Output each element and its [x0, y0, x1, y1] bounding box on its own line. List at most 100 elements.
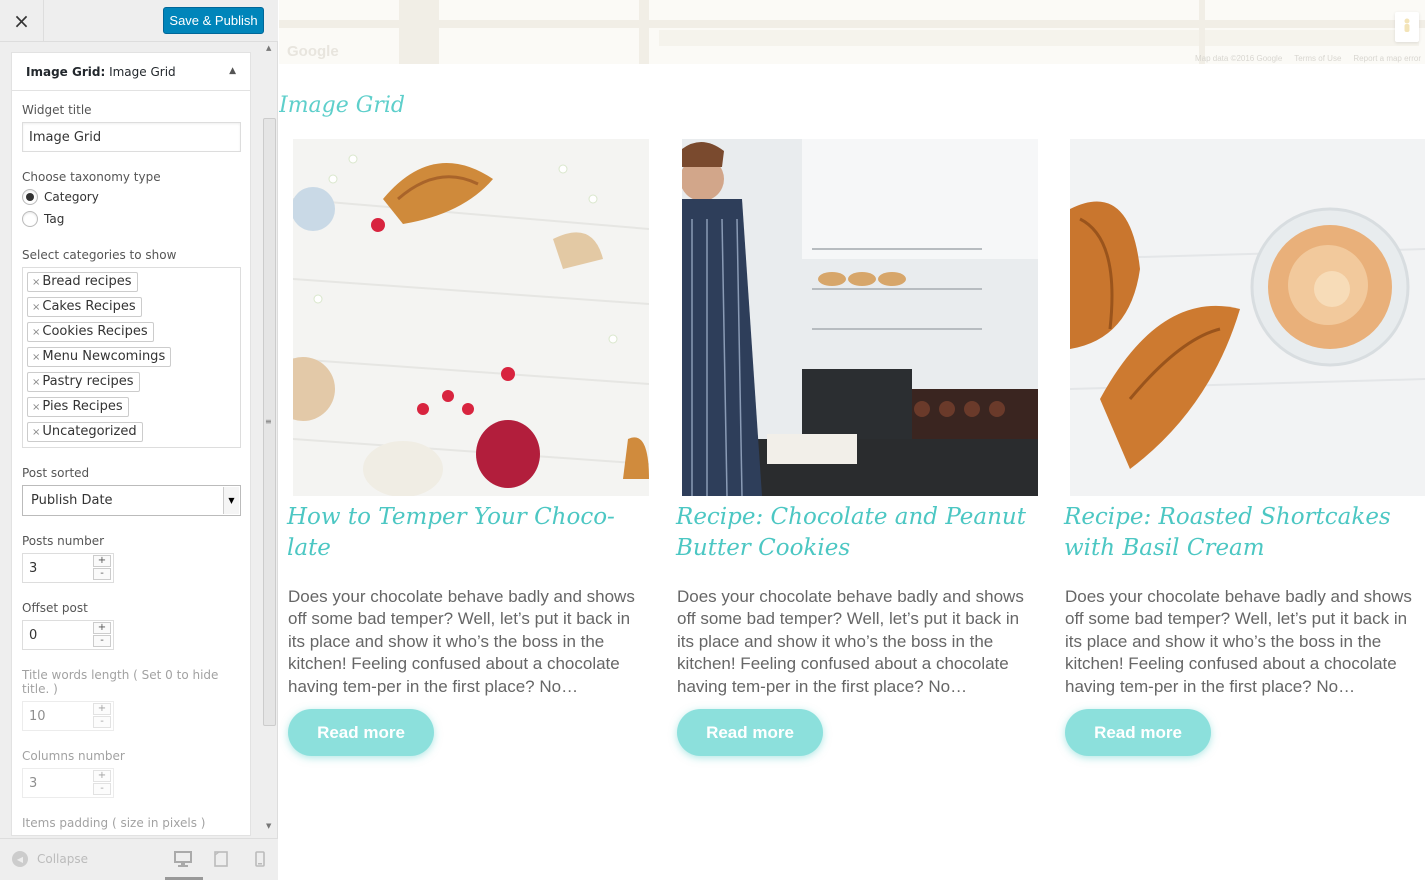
category-chip[interactable]: × Pastry recipes [27, 372, 140, 392]
post-card: How to Temper Your Choco-late Does your … [279, 139, 651, 756]
columns-number-value: 3 [29, 775, 38, 791]
category-chip-label: Pastry recipes [42, 374, 134, 389]
read-more-button[interactable]: Read more [1065, 709, 1211, 756]
map-data-credit: Map data ©2016 Google [1194, 54, 1283, 63]
spin-down-button[interactable]: - [93, 568, 111, 580]
widget-panel-header-type: Image Grid: [26, 65, 106, 79]
category-chip-row: × Menu Newcomings [27, 347, 236, 372]
widget-panel-header[interactable]: Image Grid: Image Grid ▲ [12, 53, 250, 91]
collapse-arrow-icon[interactable]: ▲ [229, 66, 236, 76]
spin-up-button[interactable]: + [93, 770, 111, 782]
post-image[interactable] [293, 139, 649, 496]
grid-title: Image Grid [279, 93, 405, 118]
spin-up-button[interactable]: + [93, 555, 111, 567]
scroll-down-icon[interactable]: ▼ [266, 822, 271, 830]
read-more-button[interactable]: Read more [288, 709, 434, 756]
customizer-sidebar: × Save & Publish Image Grid: Image Grid … [0, 0, 278, 880]
offset-post-value: 0 [29, 627, 38, 643]
map-report-link[interactable]: Report a map error [1353, 54, 1421, 63]
sidebar-scrollbar[interactable]: ▲ ≡ ▼ [262, 42, 276, 836]
collapse-button[interactable]: ◀ Collapse [12, 851, 88, 867]
categories-multiselect[interactable]: × Bread recipes × Cakes Recipes × Cookies Rec… [22, 267, 241, 448]
scroll-grip-icon: ≡ [265, 417, 272, 426]
collapse-icon: ◀ [12, 851, 28, 867]
category-chip-label: Cakes Recipes [42, 299, 136, 314]
map-embed[interactable]: Google Map data ©2016 Google Terms of Us… [279, 0, 1425, 64]
spin-down-button[interactable]: - [93, 716, 111, 728]
category-chip[interactable]: × Bread recipes [27, 272, 138, 292]
category-chip-row: × Bread recipes [27, 272, 236, 297]
read-more-button[interactable]: Read more [677, 709, 823, 756]
widget-panel-header-title: Image Grid [105, 65, 176, 79]
post-excerpt: Does your chocolate behave badly and sho… [288, 587, 635, 696]
map-google-logo: Google [287, 43, 339, 60]
post-title[interactable]: Recipe: Chocolate and Peanut Butter Cook… [668, 502, 1040, 571]
post-title[interactable]: How to Temper Your Choco-late [279, 502, 651, 571]
widget-title-label: Widget title [22, 103, 92, 117]
title-words-value: 10 [29, 708, 46, 724]
remove-chip-icon[interactable]: × [32, 277, 40, 288]
pegman-icon[interactable] [1395, 12, 1419, 42]
items-padding-input[interactable] [22, 835, 114, 836]
remove-chip-icon[interactable]: × [32, 377, 40, 388]
columns-number-input[interactable]: 3 + - [22, 768, 114, 798]
category-chip[interactable]: × Cookies Recipes [27, 322, 154, 342]
desktop-icon[interactable] [174, 851, 192, 867]
taxonomy-option-label: Category [44, 190, 99, 204]
category-chip-label: Pies Recipes [42, 399, 123, 414]
save-publish-button[interactable]: Save & Publish [163, 7, 264, 34]
category-chip-label: Bread recipes [42, 274, 132, 289]
close-icon[interactable]: × [0, 0, 44, 42]
remove-chip-icon[interactable]: × [32, 327, 40, 338]
category-chip-label: Uncategorized [42, 424, 137, 439]
map-terms-link[interactable]: Terms of Use [1294, 54, 1341, 63]
tablet-icon[interactable] [213, 851, 231, 867]
spin-up-button[interactable]: + [93, 622, 111, 634]
remove-chip-icon[interactable]: × [32, 402, 40, 413]
widget-form: Widget title Image Grid Choose taxonomy … [12, 91, 250, 836]
taxonomy-type-label: Choose taxonomy type [22, 170, 161, 184]
category-chip-row: × Pies Recipes [27, 397, 236, 422]
spin-down-button[interactable]: - [93, 635, 111, 647]
spin-up-button[interactable]: + [93, 703, 111, 715]
remove-chip-icon[interactable]: × [32, 427, 40, 438]
radio-checked-icon[interactable] [22, 189, 38, 205]
category-chip[interactable]: × Pies Recipes [27, 397, 129, 417]
post-card: Recipe: Chocolate and Peanut Butter Cook… [668, 139, 1040, 756]
post-sorted-select[interactable]: Publish Date ▼ [22, 485, 241, 516]
spin-down-button[interactable]: - [93, 783, 111, 795]
widget-title-input[interactable]: Image Grid [22, 122, 241, 152]
category-chip[interactable]: × Uncategorized [27, 422, 143, 442]
posts-number-input[interactable]: 3 + - [22, 553, 114, 583]
customizer-topbar: × Save & Publish [0, 0, 278, 42]
title-words-input[interactable]: 10 + - [22, 701, 114, 731]
post-image[interactable] [1070, 139, 1425, 496]
category-chip-row: × Cakes Recipes [27, 297, 236, 322]
post-excerpt: Does your chocolate behave badly and sho… [677, 587, 1024, 696]
chevron-down-icon[interactable]: ▼ [223, 487, 239, 514]
category-chip[interactable]: × Menu Newcomings [27, 347, 172, 367]
post-card: Recipe: Roasted Shortcakes with Basil Cr… [1056, 139, 1425, 756]
category-chip-row: × Uncategorized [27, 422, 236, 447]
taxonomy-option-tag[interactable]: Tag [22, 208, 240, 230]
widget-panel: Image Grid: Image Grid ▲ Widget title Im… [11, 52, 251, 836]
title-words-label: Title words length ( Set 0 to hide title… [22, 668, 219, 696]
remove-chip-icon[interactable]: × [32, 352, 40, 363]
post-excerpt: Does your chocolate behave badly and sho… [1065, 587, 1412, 696]
remove-chip-icon[interactable]: × [32, 302, 40, 313]
taxonomy-option-label: Tag [44, 212, 65, 226]
site-preview: Google Map data ©2016 Google Terms of Us… [279, 0, 1425, 880]
taxonomy-option-category[interactable]: Category [22, 186, 240, 208]
post-title[interactable]: Recipe: Roasted Shortcakes with Basil Cr… [1056, 502, 1425, 571]
post-image[interactable] [682, 139, 1038, 496]
category-chip-label: Menu Newcomings [42, 349, 166, 364]
mobile-icon[interactable] [251, 851, 269, 867]
scroll-up-icon[interactable]: ▲ [266, 44, 271, 52]
map-credits: Map data ©2016 Google Terms of Use Repor… [1195, 54, 1421, 63]
category-chip-row: × Cookies Recipes [27, 322, 236, 347]
columns-number-label: Columns number [22, 749, 125, 763]
category-chip[interactable]: × Cakes Recipes [27, 297, 142, 317]
posts-number-value: 3 [29, 560, 38, 576]
radio-unchecked-icon[interactable] [22, 211, 38, 227]
offset-post-input[interactable]: 0 + - [22, 620, 114, 650]
